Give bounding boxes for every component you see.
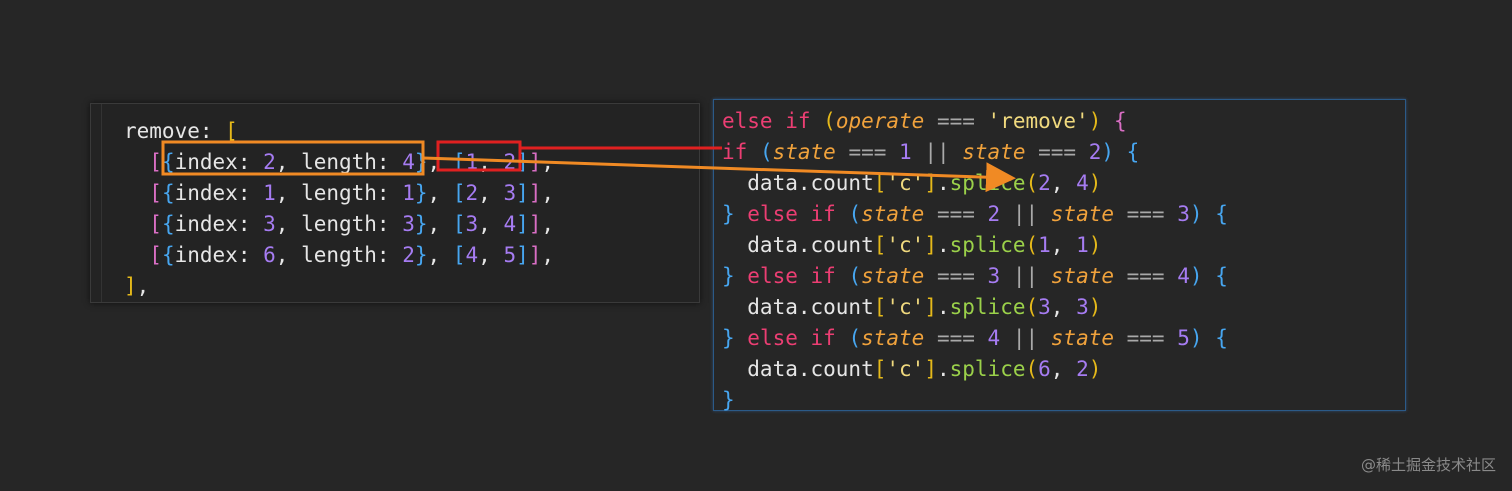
highlight-box-state-pair xyxy=(436,140,522,172)
highlight-box-index-length xyxy=(161,140,425,176)
annotation-overlay xyxy=(161,140,1016,193)
watermark: @稀土掘金技术社区 xyxy=(1360,456,1496,474)
arrow-to-splice-args xyxy=(422,156,1016,193)
